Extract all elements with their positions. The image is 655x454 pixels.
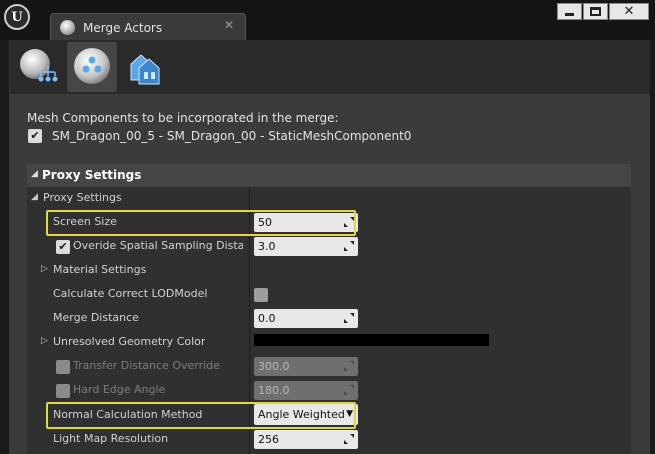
light-map-resolution-input[interactable]: 256 bbox=[254, 430, 358, 449]
transfer-distance-label: Transfer Distance Override bbox=[73, 359, 220, 372]
mesh-merge-icon bbox=[20, 49, 58, 82]
mode-proxy-mesh-button[interactable] bbox=[67, 42, 117, 92]
transfer-distance-checkbox[interactable] bbox=[56, 360, 70, 374]
calculate-lod-row: Calculate Correct LODModel bbox=[27, 283, 631, 307]
close-tab-icon[interactable]: ✕ bbox=[224, 18, 234, 32]
tab-title: Merge Actors bbox=[83, 21, 163, 35]
category-title: Proxy Settings bbox=[42, 168, 142, 182]
minimize-icon bbox=[565, 13, 574, 16]
maximize-button[interactable] bbox=[583, 3, 608, 20]
mode-instancing-button[interactable] bbox=[119, 42, 169, 92]
calculate-lod-label: Calculate Correct LODModel bbox=[53, 287, 208, 300]
minimize-button[interactable] bbox=[557, 3, 582, 20]
unresolved-color-row: ▷ Unresolved Geometry Color bbox=[27, 331, 631, 355]
material-settings-row[interactable]: ▷ Material Settings bbox=[27, 259, 631, 283]
collapse-arrow-icon[interactable]: ◢ bbox=[31, 169, 38, 179]
screen-size-row: Screen Size 50 bbox=[27, 211, 631, 235]
light-map-resolution-value: 256 bbox=[258, 433, 279, 446]
dropdown-arrow-icon: ▼ bbox=[346, 409, 353, 419]
override-spatial-checkbox[interactable]: ✔ bbox=[56, 240, 70, 254]
hard-edge-angle-input[interactable]: 180.0 bbox=[254, 381, 358, 400]
hard-edge-angle-label: Hard Edge Angle bbox=[73, 383, 166, 396]
proxy-mesh-icon bbox=[74, 48, 110, 84]
merge-actors-icon bbox=[60, 20, 75, 35]
merge-actors-window: Mesh Components to be incorporated in th… bbox=[9, 40, 650, 454]
screen-size-label: Screen Size bbox=[53, 215, 117, 228]
collapsed-arrow-icon[interactable]: ▷ bbox=[41, 336, 48, 346]
light-map-resolution-row: Light Map Resolution 256 bbox=[27, 428, 631, 452]
close-window-button[interactable]: ✕ bbox=[609, 3, 649, 20]
merge-distance-value: 0.0 bbox=[258, 312, 276, 325]
spin-drag-icon bbox=[344, 217, 354, 227]
components-label: Mesh Components to be incorporated in th… bbox=[27, 111, 339, 125]
calculate-lod-checkbox[interactable] bbox=[254, 288, 268, 302]
details-panel: Mesh Components to be incorporated in th… bbox=[10, 94, 650, 454]
screen-size-input[interactable]: 50 bbox=[254, 213, 358, 232]
override-spatial-row: ✔ Overide Spatial Sampling Distance 3.0 bbox=[27, 235, 631, 259]
proxy-settings-group-row[interactable]: ◢ Proxy Settings bbox=[27, 187, 631, 211]
transfer-distance-input[interactable]: 300.0 bbox=[254, 357, 358, 376]
hard-edge-angle-row: Hard Edge Angle 180.0 bbox=[27, 379, 631, 403]
spin-drag-icon bbox=[344, 361, 354, 371]
group-label: Proxy Settings bbox=[43, 191, 122, 204]
unreal-logo-icon: U bbox=[4, 4, 30, 30]
collapsed-arrow-icon[interactable]: ▷ bbox=[41, 264, 48, 274]
title-bar: U Merge Actors ✕ ✕ bbox=[0, 0, 655, 41]
light-map-resolution-label: Light Map Resolution bbox=[53, 432, 169, 445]
proxy-settings-category-header[interactable]: ◢ Proxy Settings bbox=[27, 164, 631, 187]
normal-calculation-value: Angle Weighted bbox=[258, 408, 345, 421]
close-icon: ✕ bbox=[623, 4, 635, 19]
merge-mode-toolbar bbox=[10, 40, 650, 94]
spatial-sampling-input[interactable]: 3.0 bbox=[254, 237, 358, 256]
maximize-icon bbox=[590, 7, 601, 16]
merge-distance-row: Merge Distance 0.0 bbox=[27, 307, 631, 331]
property-grid: ◢ Proxy Settings Screen Size 50 ✔ Overid… bbox=[27, 187, 631, 454]
hard-edge-angle-checkbox[interactable] bbox=[56, 384, 70, 398]
component-label: SM_Dragon_00_5 - SM_Dragon_00 - StaticMe… bbox=[52, 129, 412, 143]
spatial-sampling-value: 3.0 bbox=[258, 240, 276, 253]
override-spatial-label: Overide Spatial Sampling Distance bbox=[73, 239, 243, 252]
spin-drag-icon bbox=[344, 313, 354, 323]
hard-edge-angle-value: 180.0 bbox=[258, 384, 290, 397]
merge-distance-input[interactable]: 0.0 bbox=[254, 309, 358, 328]
normal-calculation-dropdown[interactable]: Angle Weighted ▼ bbox=[254, 404, 358, 425]
screen-size-value: 50 bbox=[258, 216, 272, 229]
material-settings-label: Material Settings bbox=[53, 263, 147, 276]
transfer-distance-row: Transfer Distance Override 300.0 bbox=[27, 355, 631, 379]
group-expanded-arrow-icon[interactable]: ◢ bbox=[31, 192, 38, 202]
normal-calculation-label: Normal Calculation Method bbox=[53, 408, 203, 421]
mesh-instancing-icon bbox=[130, 54, 160, 85]
spin-drag-icon bbox=[344, 434, 354, 444]
normal-calculation-row: Normal Calculation Method Angle Weighted… bbox=[27, 403, 631, 428]
mode-merge-meshes-button[interactable] bbox=[15, 42, 65, 92]
transfer-distance-value: 300.0 bbox=[258, 360, 290, 373]
spin-drag-icon bbox=[344, 385, 354, 395]
unresolved-color-swatch[interactable] bbox=[254, 334, 489, 346]
spin-drag-icon bbox=[344, 241, 354, 251]
component-checkbox[interactable]: ✔ bbox=[28, 129, 42, 143]
unresolved-color-label: Unresolved Geometry Color bbox=[53, 335, 206, 348]
tab-merge-actors[interactable]: Merge Actors ✕ bbox=[50, 13, 246, 41]
merge-distance-label: Merge Distance bbox=[53, 311, 139, 324]
